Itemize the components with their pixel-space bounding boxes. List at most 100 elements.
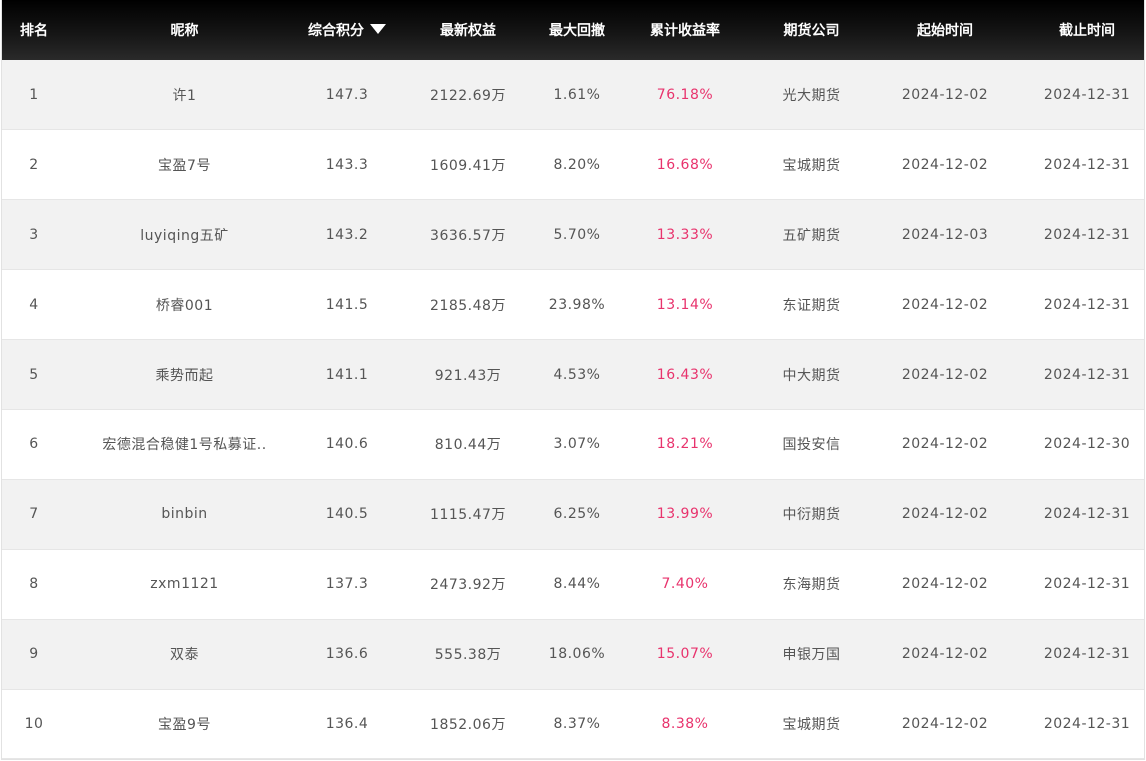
cell-drawdown: 5.70% (545, 199, 609, 271)
ranking-table: 排名 昵称 综合积分 最新权益 最大回撤 累计收益率 期货公司 起始时间 截止时… (2, 0, 1144, 759)
cell-equity: 810.44万 (391, 409, 545, 480)
cell-score: 143.3 (303, 129, 391, 201)
cell-start: 2024-12-03 (862, 199, 1028, 271)
cell-nickname[interactable]: 乘势而起 (66, 339, 303, 410)
cell-start: 2024-12-02 (862, 339, 1028, 410)
cell-return: 8.38% (609, 689, 761, 759)
cell-equity: 1115.47万 (391, 479, 545, 550)
cell-start: 2024-12-02 (862, 409, 1028, 480)
cell-return: 13.14% (609, 269, 761, 341)
cell-drawdown: 1.61% (545, 60, 609, 131)
cell-nickname[interactable]: 许1 (66, 60, 303, 131)
table-row[interactable]: 9 双泰 136.6 555.38万 18.06% 15.07% 申银万国 20… (2, 619, 1144, 690)
table-body: 1 许1 147.3 2122.69万 1.61% 76.18% 光大期货 20… (2, 60, 1144, 759)
cell-equity: 3636.57万 (391, 199, 545, 271)
cell-score: 140.6 (303, 409, 391, 480)
cell-nickname[interactable]: luyiqing五矿 (66, 199, 303, 271)
cell-start: 2024-12-02 (862, 60, 1028, 131)
cell-drawdown: 18.06% (545, 619, 609, 690)
cell-end: 2024-12-31 (1028, 619, 1144, 690)
cell-end: 2024-12-31 (1028, 60, 1144, 131)
cell-end: 2024-12-31 (1028, 129, 1144, 201)
cell-equity: 2122.69万 (391, 60, 545, 131)
cell-end: 2024-12-31 (1028, 549, 1144, 620)
cell-return: 76.18% (609, 60, 761, 131)
header-rank[interactable]: 排名 (2, 0, 66, 60)
cell-rank: 4 (2, 269, 66, 341)
table-row[interactable]: 1 许1 147.3 2122.69万 1.61% 76.18% 光大期货 20… (2, 60, 1144, 131)
header-drawdown[interactable]: 最大回撤 (545, 0, 609, 60)
cell-end: 2024-12-31 (1028, 269, 1144, 341)
header-nickname[interactable]: 昵称 (66, 0, 303, 60)
cell-rank: 3 (2, 199, 66, 271)
cell-start: 2024-12-02 (862, 619, 1028, 690)
header-row: 排名 昵称 综合积分 最新权益 最大回撤 累计收益率 期货公司 起始时间 截止时… (2, 0, 1144, 60)
table-row[interactable]: 3 luyiqing五矿 143.2 3636.57万 5.70% 13.33%… (2, 199, 1144, 271)
cell-drawdown: 8.44% (545, 549, 609, 620)
header-score[interactable]: 综合积分 (303, 0, 391, 60)
cell-nickname[interactable]: 双泰 (66, 619, 303, 690)
table-row[interactable]: 6 宏德混合稳健1号私募证.. 140.6 810.44万 3.07% 18.2… (2, 409, 1144, 480)
cell-equity: 2185.48万 (391, 269, 545, 341)
cell-return: 16.43% (609, 339, 761, 410)
cell-end: 2024-12-31 (1028, 479, 1144, 550)
cell-return: 13.99% (609, 479, 761, 550)
cell-company: 中衍期货 (761, 479, 862, 550)
cell-nickname[interactable]: zxm1121 (66, 549, 303, 620)
cell-drawdown: 23.98% (545, 269, 609, 341)
triangle-down-icon[interactable] (370, 24, 386, 34)
cell-score: 136.4 (303, 689, 391, 759)
table-row[interactable]: 2 宝盈7号 143.3 1609.41万 8.20% 16.68% 宝城期货 … (2, 129, 1144, 201)
cell-equity: 2473.92万 (391, 549, 545, 620)
table-row[interactable]: 10 宝盈9号 136.4 1852.06万 8.37% 8.38% 宝城期货 … (2, 689, 1144, 759)
table-row[interactable]: 5 乘势而起 141.1 921.43万 4.53% 16.43% 中大期货 2… (2, 339, 1144, 410)
header-company[interactable]: 期货公司 (761, 0, 862, 60)
table-row[interactable]: 8 zxm1121 137.3 2473.92万 8.44% 7.40% 东海期… (2, 549, 1144, 620)
cell-company: 东证期货 (761, 269, 862, 341)
cell-start: 2024-12-02 (862, 689, 1028, 759)
cell-rank: 7 (2, 479, 66, 550)
header-score-inner: 综合积分 (308, 20, 386, 40)
cell-start: 2024-12-02 (862, 269, 1028, 341)
cell-company: 东海期货 (761, 549, 862, 620)
cell-equity: 1852.06万 (391, 689, 545, 759)
cell-score: 136.6 (303, 619, 391, 690)
cell-start: 2024-12-02 (862, 549, 1028, 620)
cell-rank: 1 (2, 60, 66, 131)
cell-return: 15.07% (609, 619, 761, 690)
cell-rank: 5 (2, 339, 66, 410)
cell-end: 2024-12-31 (1028, 199, 1144, 271)
header-equity[interactable]: 最新权益 (391, 0, 545, 60)
cell-drawdown: 8.20% (545, 129, 609, 201)
cell-nickname[interactable]: 宝盈7号 (66, 129, 303, 201)
cell-drawdown: 8.37% (545, 689, 609, 759)
cell-score: 141.5 (303, 269, 391, 341)
cell-return: 13.33% (609, 199, 761, 271)
cell-nickname[interactable]: 宝盈9号 (66, 689, 303, 759)
cell-nickname[interactable]: binbin (66, 479, 303, 550)
cell-drawdown: 3.07% (545, 409, 609, 480)
cell-end: 2024-12-31 (1028, 339, 1144, 410)
header-return[interactable]: 累计收益率 (609, 0, 761, 60)
cell-company: 光大期货 (761, 60, 862, 131)
header-end[interactable]: 截止时间 (1028, 0, 1144, 60)
cell-rank: 8 (2, 549, 66, 620)
cell-return: 16.68% (609, 129, 761, 201)
cell-start: 2024-12-02 (862, 479, 1028, 550)
cell-drawdown: 6.25% (545, 479, 609, 550)
header-start[interactable]: 起始时间 (862, 0, 1028, 60)
cell-equity: 555.38万 (391, 619, 545, 690)
cell-return: 18.21% (609, 409, 761, 480)
cell-rank: 2 (2, 129, 66, 201)
cell-end: 2024-12-31 (1028, 689, 1144, 759)
cell-score: 140.5 (303, 479, 391, 550)
cell-nickname[interactable]: 桥睿001 (66, 269, 303, 341)
cell-drawdown: 4.53% (545, 339, 609, 410)
cell-company: 宝城期货 (761, 129, 862, 201)
table-row[interactable]: 7 binbin 140.5 1115.47万 6.25% 13.99% 中衍期… (2, 479, 1144, 550)
table-row[interactable]: 4 桥睿001 141.5 2185.48万 23.98% 13.14% 东证期… (2, 269, 1144, 341)
cell-rank: 9 (2, 619, 66, 690)
cell-nickname[interactable]: 宏德混合稳健1号私募证.. (66, 409, 303, 480)
cell-score: 147.3 (303, 60, 391, 131)
cell-rank: 6 (2, 409, 66, 480)
